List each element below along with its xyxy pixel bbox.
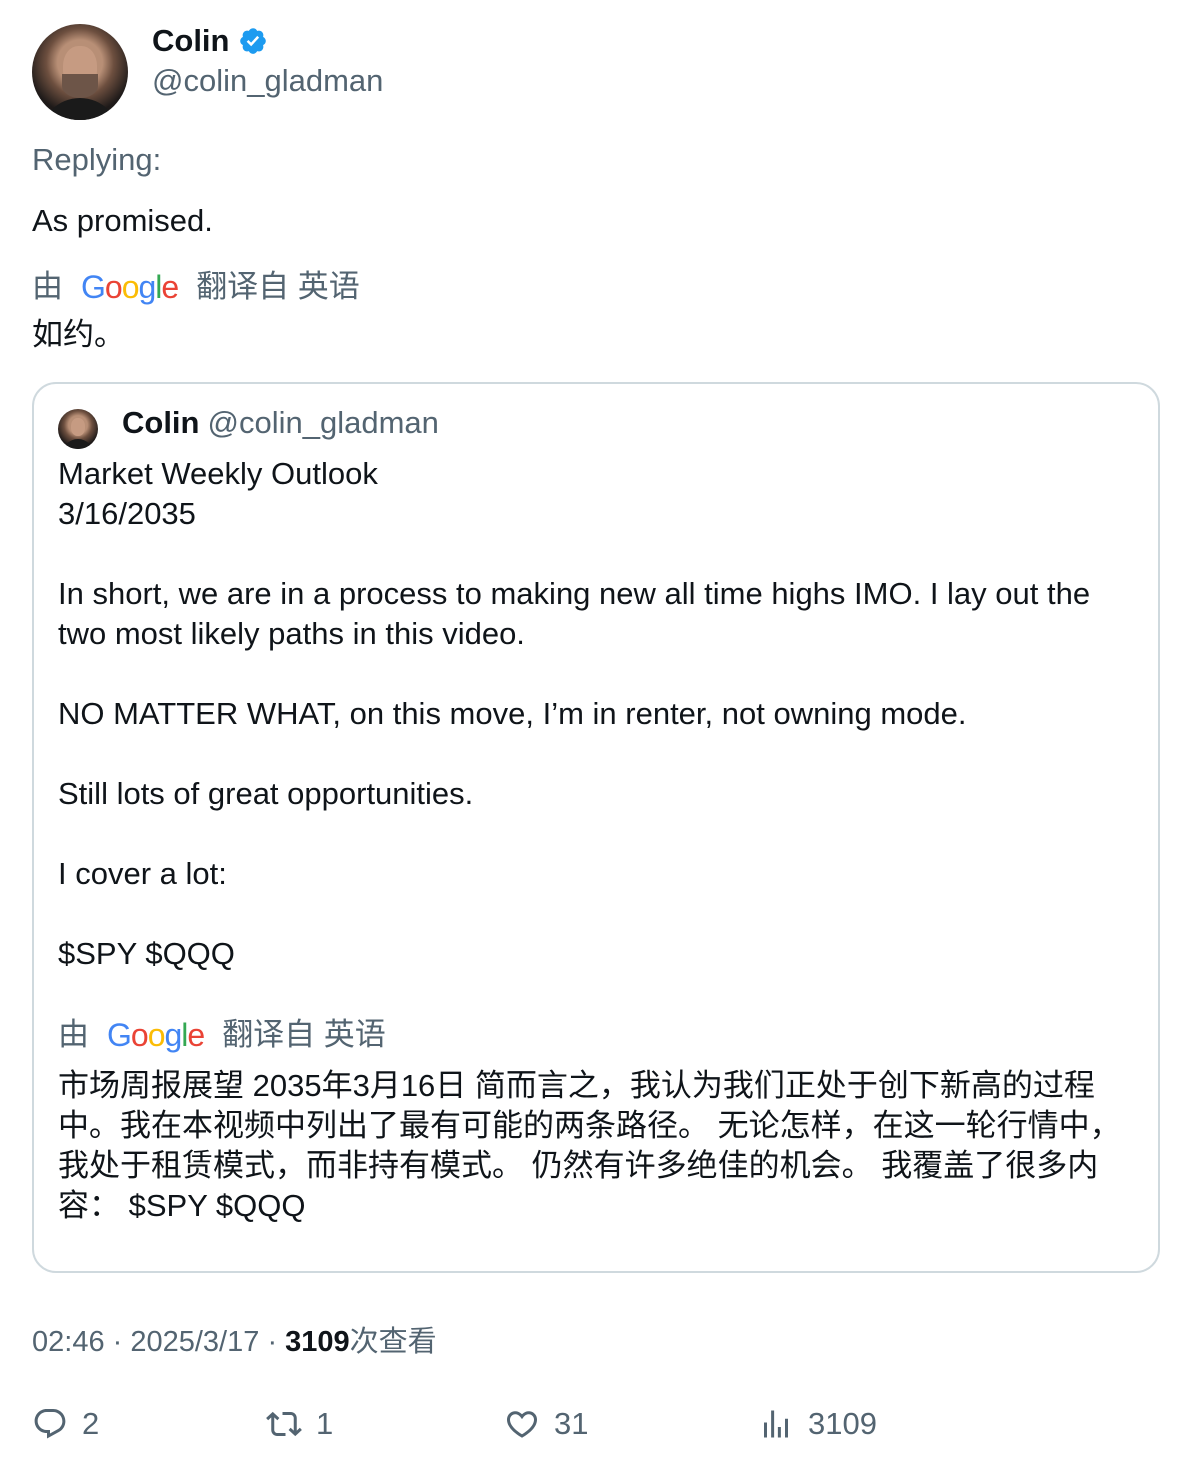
quoted-translated-text: 市场周报展望 2035年3月16日 简而言之，我认为我们正处于创下新高的过程中。… bbox=[58, 1068, 1121, 1223]
quoted-line: Market Weekly Outlook bbox=[58, 456, 378, 491]
like-count: 31 bbox=[554, 1406, 589, 1441]
retweet-icon bbox=[266, 1411, 302, 1437]
quoted-author-avatar bbox=[58, 409, 98, 449]
views-icon bbox=[764, 1410, 788, 1438]
author-name[interactable]: Colin bbox=[152, 22, 230, 60]
quoted-author-name: Colin bbox=[122, 405, 200, 440]
translation-by: 由 bbox=[32, 269, 63, 304]
retweet-button[interactable]: 1 bbox=[266, 1406, 333, 1442]
like-icon bbox=[506, 1411, 538, 1438]
quoted-line: In short, we are in a process to making … bbox=[58, 576, 1091, 651]
quoted-author: Colin @colin_gladman bbox=[122, 404, 439, 442]
tweet-time[interactable]: 02:46 bbox=[32, 1326, 105, 1358]
retweet-count: 1 bbox=[316, 1406, 334, 1441]
views-label: 次查看 bbox=[349, 1326, 437, 1358]
quoted-line: NO MATTER WHAT, on this move, I’m in ren… bbox=[58, 696, 967, 731]
quoted-tweet[interactable]: Colin @colin_gladman Market Weekly Outloo… bbox=[32, 382, 1160, 1273]
translation-attribution: 由 Google 翻译自 英语 bbox=[32, 268, 360, 306]
view-count: 3109 bbox=[285, 1326, 350, 1358]
author-name-row: Colin bbox=[152, 22, 268, 60]
author-avatar[interactable] bbox=[32, 24, 128, 120]
quoted-line: $SPY $QQQ bbox=[58, 936, 235, 971]
tweet-meta: 02:46 · 2025/3/17 · 3109次查看 bbox=[32, 1326, 437, 1358]
reply-button[interactable]: 2 bbox=[32, 1406, 99, 1442]
tweet-date[interactable]: 2025/3/17 bbox=[130, 1326, 259, 1358]
quoted-translation-by: 由 bbox=[58, 1017, 89, 1052]
quoted-translation-source-language: 翻译自 英语 bbox=[222, 1017, 386, 1052]
quoted-tweet-text: Market Weekly Outlook 3/16/2035 In short… bbox=[58, 454, 1138, 974]
google-logo: Google bbox=[81, 269, 179, 305]
translated-tweet-text: 如约。 bbox=[32, 317, 125, 352]
replying-label: Replying: bbox=[32, 142, 162, 177]
reply-count: 2 bbox=[82, 1406, 100, 1441]
reply-icon bbox=[34, 1409, 66, 1439]
quoted-translation-attribution: 由 Google 翻译自 英语 bbox=[58, 1016, 386, 1054]
action-bar: 2 1 31 3109 bbox=[0, 1406, 1196, 1456]
views-count: 3109 bbox=[808, 1406, 877, 1441]
quoted-author-handle: @colin_gladman bbox=[207, 405, 439, 440]
author-handle[interactable]: @colin_gladman bbox=[152, 62, 383, 100]
like-button[interactable]: 31 bbox=[504, 1406, 588, 1442]
verified-badge-icon bbox=[239, 28, 266, 54]
views-button[interactable]: 3109 bbox=[758, 1406, 877, 1442]
quoted-line: Still lots of great opportunities. bbox=[58, 776, 474, 811]
tweet-text: As promised. bbox=[32, 203, 213, 238]
quoted-line: 3/16/2035 bbox=[58, 496, 196, 531]
google-logo: Google bbox=[107, 1017, 205, 1053]
quoted-line: I cover a lot: bbox=[58, 856, 227, 891]
translation-source-language: 翻译自 英语 bbox=[196, 269, 360, 304]
